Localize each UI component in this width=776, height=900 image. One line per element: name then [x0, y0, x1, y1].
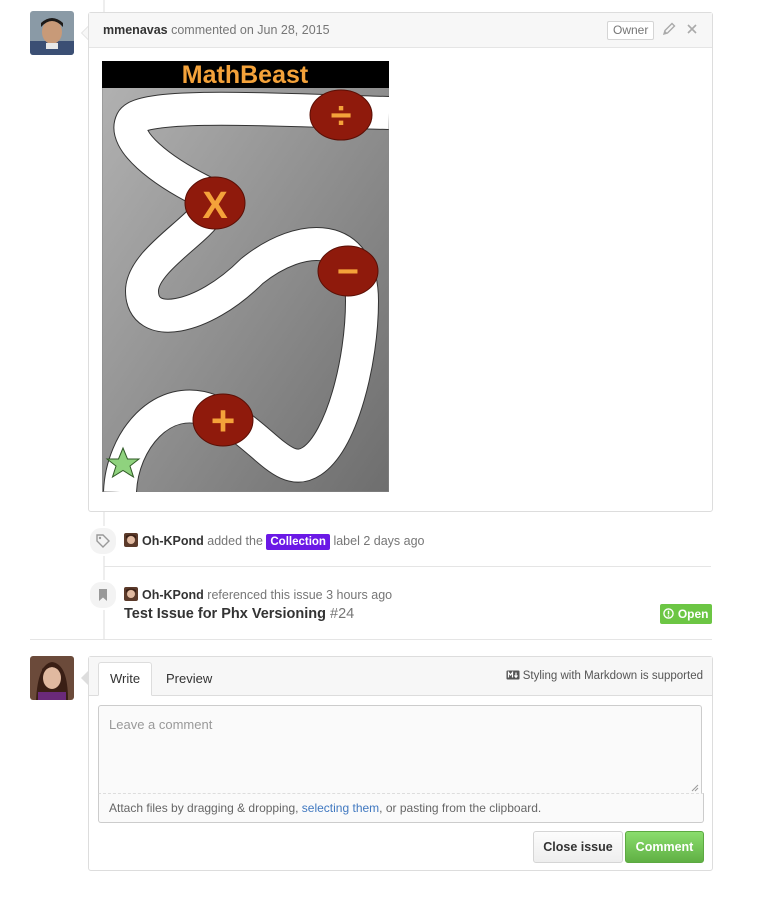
reference-event-text: referenced this issue 3 hours ago — [207, 588, 393, 602]
tab-preview[interactable]: Preview — [155, 663, 223, 695]
comment-box: mmenavas commented on Jun 28, 2015 Owner… — [88, 12, 713, 512]
avatar-image — [30, 656, 74, 700]
open-status-badge: Open — [660, 604, 712, 624]
multiply-operator-icon: X — [184, 176, 246, 230]
tag-icon — [88, 526, 118, 556]
comment-author[interactable]: mmenavas — [103, 23, 168, 37]
reference-event: Oh-KPond referenced this issue 3 hours a… — [124, 587, 392, 602]
issue-open-icon — [663, 608, 675, 619]
referenced-issue-link[interactable]: Test Issue for Phx Versioning #24 — [124, 606, 354, 622]
label-event-text-after: label 2 days ago — [333, 534, 425, 548]
attach-text-before: Attach files by dragging & dropping, — [109, 801, 299, 815]
reference-event-actor[interactable]: Oh-KPond — [142, 588, 204, 602]
label-event: Oh-KPond added the Collection label 2 da… — [124, 533, 425, 550]
divide-operator-icon: ÷ — [309, 89, 373, 141]
select-files-link[interactable]: selecting them — [302, 801, 379, 815]
comment-action[interactable]: commented on Jun 28, 2015 — [171, 23, 329, 37]
referenced-issue-title[interactable]: Test Issue for Phx Versioning — [124, 606, 326, 622]
bookmark-icon — [88, 580, 118, 610]
new-comment-form: Write Preview Styling with Markdown is s… — [88, 656, 713, 871]
comment-arrow-inner — [82, 27, 88, 39]
markdown-icon — [506, 670, 520, 680]
markdown-note[interactable]: Styling with Markdown is supported — [506, 670, 703, 682]
form-arrow — [81, 671, 88, 685]
comment-textarea[interactable]: Leave a comment — [98, 705, 702, 794]
avatar-oh-kpond-small[interactable] — [124, 533, 138, 547]
svg-text:+: + — [211, 397, 236, 444]
label-event-actor[interactable]: Oh-KPond — [142, 534, 204, 548]
comment-button[interactable]: Comment — [625, 831, 704, 863]
collection-label[interactable]: Collection — [266, 534, 330, 550]
pencil-icon[interactable] — [661, 21, 677, 37]
close-icon[interactable] — [684, 21, 700, 37]
label-event-text-before: added the — [207, 534, 263, 548]
owner-badge: Owner — [607, 21, 655, 40]
close-issue-button[interactable]: Close issue — [533, 831, 623, 863]
svg-text:−: − — [337, 251, 359, 293]
plus-operator-icon: + — [192, 393, 254, 447]
comment-byline: mmenavas commented on Jun 28, 2015 — [103, 23, 330, 37]
avatar-oh-kpond-small[interactable] — [124, 587, 138, 601]
resize-handle-icon[interactable] — [691, 784, 699, 792]
minus-operator-icon: − — [317, 245, 379, 297]
svg-text:X: X — [202, 185, 228, 227]
file-attach-area[interactable]: Attach files by dragging & dropping, sel… — [98, 793, 704, 823]
attach-text: Attach files by dragging & dropping, sel… — [109, 801, 541, 815]
comment-placeholder: Leave a comment — [109, 717, 213, 732]
comment-header: mmenavas commented on Jun 28, 2015 Owner — [89, 13, 712, 48]
timeline-divider — [104, 566, 711, 567]
avatar-mmenavas[interactable] — [30, 11, 74, 55]
mathbeast-title: MathBeast — [182, 61, 309, 89]
section-divider — [30, 639, 712, 640]
referenced-issue-number[interactable]: #24 — [330, 606, 354, 622]
tab-write[interactable]: Write — [98, 662, 153, 696]
attach-text-after: , or pasting from the clipboard. — [379, 801, 542, 815]
avatar-image — [30, 11, 74, 55]
form-tabs-bar: Write Preview Styling with Markdown is s… — [89, 657, 712, 696]
mathbeast-image[interactable]: MathBeast ÷ X − + — [102, 61, 389, 492]
markdown-note-text[interactable]: Styling with Markdown is supported — [523, 670, 703, 682]
avatar-current-user[interactable] — [30, 656, 74, 700]
open-status-text: Open — [677, 607, 709, 621]
svg-text:÷: ÷ — [331, 95, 352, 137]
